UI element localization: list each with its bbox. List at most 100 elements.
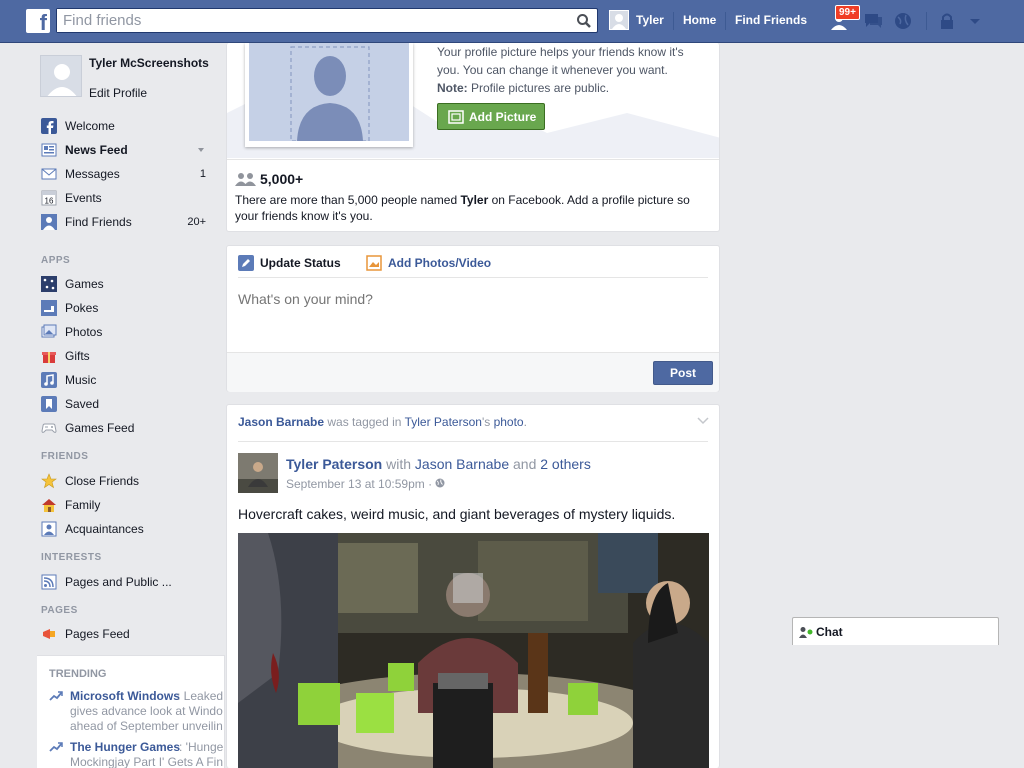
sidebar-item-acquaintances[interactable]: Acquaintances [41, 520, 206, 538]
sidebar-item-close-friends[interactable]: Close Friends [41, 472, 206, 490]
tagged-friend-link[interactable]: Jason Barnabe [415, 456, 509, 472]
default-avatar-icon [249, 43, 409, 142]
search-icon[interactable] [576, 13, 592, 29]
sidebar-item-label: Close Friends [65, 474, 140, 488]
status-input[interactable] [238, 291, 708, 307]
explanation-line: Your profile picture helps your friends … [437, 45, 684, 59]
sidebar-item-family[interactable]: Family [41, 496, 206, 514]
sidebar-item-games[interactable]: Games [41, 275, 206, 293]
others-link[interactable]: 2 others [540, 456, 591, 472]
status-composer: Update Status Add Photos/Video Post [226, 245, 720, 392]
news-feed-story: Jason Barnabe was tagged in Tyler Paters… [226, 404, 720, 768]
edit-profile-link[interactable]: Edit Profile [89, 86, 147, 100]
story-header: Jason Barnabe was tagged in Tyler Paters… [238, 415, 527, 429]
search-input[interactable] [57, 9, 557, 32]
sidebar-item-events[interactable]: 16 Events [41, 189, 206, 207]
trending-box: TRENDING Microsoft Windows : Leaked give… [37, 655, 225, 768]
gamepad-icon [41, 423, 57, 433]
tab-add-photos-video[interactable]: Add Photos/Video [366, 255, 491, 271]
desc-name: Tyler [460, 193, 489, 207]
acquaintances-icon [41, 521, 57, 537]
profile-picture[interactable] [40, 55, 82, 97]
tab-label: Add Photos/Video [388, 256, 492, 270]
svg-text:16: 16 [45, 197, 54, 206]
nav-divider [926, 12, 927, 30]
facebook-icon [41, 118, 57, 134]
chevron-down-icon[interactable] [697, 417, 709, 425]
post-button[interactable]: Post [653, 361, 713, 385]
interests-section-header[interactable]: INTERESTS [41, 552, 102, 563]
poster-name-link[interactable]: Tyler Paterson [286, 456, 382, 472]
nav-divider [725, 12, 726, 30]
post-photo[interactable] [238, 533, 709, 768]
trending-item[interactable]: Microsoft Windows : Leaked gives advance… [49, 689, 224, 737]
sidebar-item-gifts[interactable]: Gifts [41, 347, 206, 365]
sidebar-item-saved[interactable]: Saved [41, 395, 206, 413]
note-text: Profile pictures are public. [467, 81, 610, 95]
sidebar-item-welcome[interactable]: Welcome [41, 117, 206, 135]
add-picture-button[interactable]: Add Picture [437, 103, 545, 130]
sidebar-item-label: Games [65, 277, 104, 291]
account-menu-chevron-down-icon[interactable] [964, 11, 986, 31]
trending-snippet: ahead of September unveilin [70, 719, 223, 733]
chat-sidebar-tab[interactable]: Chat [792, 617, 999, 645]
photo-link[interactable]: photo [494, 415, 524, 429]
tab-update-status[interactable]: Update Status [238, 255, 341, 271]
user-avatar[interactable] [609, 10, 629, 30]
facebook-logo[interactable]: f [26, 9, 50, 33]
public-globe-icon[interactable] [435, 478, 445, 488]
profile-name[interactable]: Tyler McScreenshots [89, 56, 209, 70]
sidebar-item-photos[interactable]: Photos [41, 323, 206, 341]
gift-icon [42, 352, 56, 363]
sidebar-item-games-feed[interactable]: Games Feed [41, 419, 206, 437]
divider [238, 441, 708, 442]
party-table-photo [238, 533, 709, 768]
and-text: and [509, 456, 541, 472]
calendar-icon: 16 [41, 190, 57, 206]
trending-title: TRENDING [49, 668, 107, 680]
divider [238, 277, 708, 278]
note-label: Note: [437, 81, 468, 95]
trending-item[interactable]: The Hunger Games : 'Hunge Mockingjay Par… [49, 740, 224, 768]
sidebar-item-label: Pages Feed [65, 627, 130, 641]
sidebar-item-news-feed[interactable]: News Feed [41, 141, 206, 159]
privacy-shortcuts-icon[interactable] [938, 11, 960, 31]
poster-avatar[interactable] [238, 453, 278, 493]
tab-label: Update Status [260, 256, 341, 270]
friends-section-header[interactable]: FRIENDS [41, 451, 88, 462]
post-timestamp[interactable]: September 13 at 10:59pm · [286, 477, 435, 491]
story-text: was tagged in [324, 415, 405, 429]
search-box [56, 8, 598, 33]
nav-home-link[interactable]: Home [683, 13, 716, 27]
friend-requests-badge: 99+ [835, 5, 860, 20]
nav-user-link[interactable]: Tyler [636, 13, 664, 27]
news-feed-icon [41, 143, 57, 157]
messages-icon[interactable] [862, 11, 884, 31]
trending-topic-name[interactable]: The Hunger Games [70, 740, 180, 755]
story-text: 's [481, 415, 494, 429]
pages-section-header[interactable]: PAGES [41, 605, 78, 616]
trending-snippet: Mockingjay Part I' Gets A Fin [70, 755, 224, 768]
with-text: with [382, 456, 415, 472]
messages-icon [41, 168, 57, 180]
actor-link[interactable]: Jason Barnabe [238, 415, 324, 429]
sidebar-item-pages-and-public[interactable]: Pages and Public ... [41, 573, 206, 591]
owner-link[interactable]: Tyler Paterson [405, 415, 482, 429]
notifications-globe-icon[interactable] [893, 11, 915, 31]
add-picture-label: Add Picture [469, 109, 537, 124]
nav-find-friends-link[interactable]: Find Friends [735, 13, 807, 27]
sidebar-item-pages-feed[interactable]: Pages Feed [41, 625, 206, 643]
profile-picture-placeholder[interactable] [245, 43, 413, 147]
sidebar-item-find-friends[interactable]: Find Friends 20+ [41, 213, 206, 231]
name-count-description: There are more than 5,000 people named T… [235, 192, 705, 224]
apps-section-header[interactable]: APPS [41, 255, 70, 266]
chat-label: Chat [816, 624, 843, 639]
post-meta: September 13 at 10:59pm · [286, 477, 445, 491]
desc-text: There are more than 5,000 people named [235, 193, 461, 207]
sidebar-item-label: Music [65, 373, 97, 387]
sidebar-item-pokes[interactable]: Pokes [41, 299, 206, 317]
chevron-down-icon[interactable] [196, 145, 206, 155]
sidebar-item-messages[interactable]: Messages 1 [41, 165, 206, 183]
trending-topic-name[interactable]: Microsoft Windows [70, 689, 180, 704]
sidebar-item-music[interactable]: Music [41, 371, 206, 389]
